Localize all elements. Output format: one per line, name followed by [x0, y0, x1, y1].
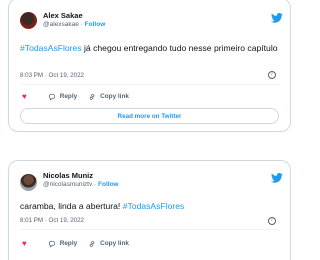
reply-label: Reply — [59, 240, 78, 247]
reply-button[interactable]: Reply — [48, 93, 77, 101]
author-name[interactable]: Nicolas Muniz — [43, 171, 93, 180]
follow-button[interactable]: Follow — [98, 181, 119, 188]
reply-label: Reply — [59, 93, 78, 100]
author-handle[interactable]: @nicolasmuniztv — [43, 181, 92, 188]
heart-icon[interactable]: ♥ — [22, 239, 27, 248]
reply-button[interactable]: Reply — [48, 240, 77, 248]
tweet-timestamp[interactable]: 8:03 PM · Oct 19, 2022 — [20, 72, 84, 79]
tweet-body: caramba, linda a abertura! — [20, 201, 123, 211]
copy-link-button[interactable]: Copy link — [88, 93, 129, 101]
avatar[interactable] — [20, 174, 37, 191]
avatar[interactable] — [20, 12, 37, 29]
tweet-text: #TodasAsFlores já chegou entregando tudo… — [20, 42, 278, 54]
twitter-bird-icon[interactable] — [271, 13, 283, 23]
info-icon[interactable]: i — [268, 217, 276, 225]
hashtag-link[interactable]: #TodasAsFlores — [123, 201, 185, 211]
tweet-card: Nicolas Muniz @nicolasmuniztv · Follow c… — [8, 160, 291, 260]
tweet-text: caramba, linda a abertura! #TodasAsFlore… — [20, 200, 278, 212]
info-icon[interactable]: i — [268, 71, 276, 79]
link-icon — [89, 93, 95, 100]
reply-icon — [48, 240, 55, 248]
divider — [20, 229, 279, 230]
divider — [20, 84, 279, 85]
read-more-button[interactable]: Read more on Twitter — [20, 108, 279, 124]
copy-link-label: Copy link — [100, 240, 129, 247]
link-icon — [89, 240, 95, 247]
author-handle[interactable]: @alexsakae — [43, 21, 79, 28]
tweet-actions: ♥ Reply Copy link — [22, 239, 140, 248]
tweet-card: Alex Sakae @alexsakae · Follow #TodasAsF… — [8, 0, 291, 132]
tweet-timestamp[interactable]: 8:01 PM · Oct 19, 2022 — [20, 217, 84, 224]
copy-link-button[interactable]: Copy link — [88, 240, 129, 248]
follow-button[interactable]: Follow — [85, 21, 106, 28]
tweet-actions: ♥ Reply Copy link — [22, 92, 140, 101]
heart-icon[interactable]: ♥ — [22, 92, 27, 101]
author-name[interactable]: Alex Sakae — [43, 11, 83, 20]
reply-icon — [48, 93, 55, 101]
author-handle-line: @nicolasmuniztv · Follow — [43, 181, 119, 188]
tweet-body: já chegou entregando tudo nesse primeiro… — [81, 43, 278, 53]
twitter-bird-icon[interactable] — [271, 173, 283, 183]
author-handle-line: @alexsakae · Follow — [43, 21, 105, 28]
hashtag-link[interactable]: #TodasAsFlores — [20, 43, 82, 53]
copy-link-label: Copy link — [100, 93, 129, 100]
